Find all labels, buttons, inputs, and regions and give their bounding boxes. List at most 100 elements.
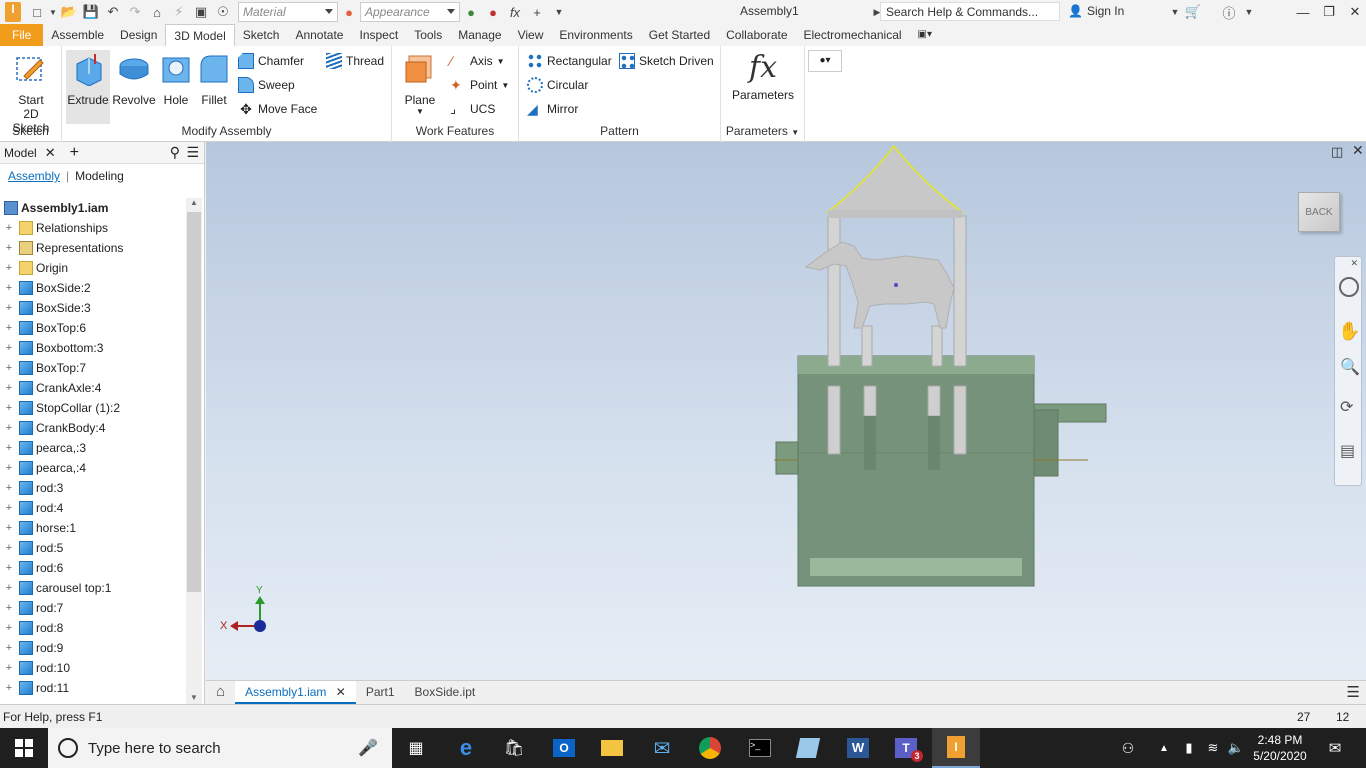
tree-node[interactable]: + rod:11 (0, 678, 186, 698)
expand-icon[interactable]: + (4, 542, 14, 554)
help-icon[interactable]: ⓘ (1218, 2, 1240, 22)
tree-node[interactable]: + rod:8 (0, 618, 186, 638)
look-at-icon[interactable]: ▤ (1340, 441, 1355, 461)
group-label-parameters[interactable]: Parameters ▼ (721, 124, 804, 138)
tree-node[interactable]: + Relationships (0, 218, 186, 238)
inventor-logo[interactable]: I (0, 0, 26, 24)
scroll-thumb[interactable] (187, 212, 201, 592)
expand-icon[interactable]: + (4, 462, 14, 474)
start-sketch-button[interactable]: Start 2D Sketch (4, 50, 58, 135)
navbar-close-icon[interactable]: ✕ (1350, 258, 1358, 269)
tab-collaborate[interactable]: Collaborate (718, 24, 795, 46)
tab-electromechanical[interactable]: Electromechanical (796, 24, 910, 46)
scroll-down-icon[interactable]: ▼ (186, 693, 202, 702)
plane-dropdown-icon[interactable]: ▼ (398, 107, 442, 116)
fx-icon[interactable]: fx (504, 2, 526, 22)
tab-design[interactable]: Design (112, 24, 165, 46)
tree-node[interactable]: + rod:3 (0, 478, 186, 498)
save-icon[interactable]: 💾 (80, 2, 102, 22)
expand-icon[interactable]: + (4, 582, 14, 594)
doc-tab-boxside[interactable]: BoxSide.ipt (405, 681, 486, 705)
tab-inspect[interactable]: Inspect (351, 24, 406, 46)
axis-button[interactable]: ∕ Axis ▼ (450, 51, 505, 71)
notifications-icon[interactable]: ✉ (1320, 728, 1350, 768)
mode-modeling[interactable]: Modeling (75, 169, 124, 183)
battery-icon[interactable]: ▮ (1178, 728, 1200, 768)
circular-button[interactable]: Circular (527, 75, 588, 95)
expand-icon[interactable]: + (4, 222, 14, 234)
steering-wheel-icon[interactable] (1339, 277, 1359, 297)
appearance-combo[interactable]: Appearance (360, 2, 460, 22)
tree-node[interactable]: + Boxbottom:3 (0, 338, 186, 358)
tree-node[interactable]: + rod:5 (0, 538, 186, 558)
sign-in-button[interactable]: 👤 Sign In (1068, 4, 1124, 18)
axis-dropdown-icon[interactable]: ▼ (497, 57, 505, 66)
windows-start-icon[interactable] (0, 728, 48, 768)
tree-node[interactable]: + StopCollar (1):2 (0, 398, 186, 418)
viewport-maximize-icon[interactable]: ◫ (1331, 144, 1343, 160)
tree-node[interactable]: + rod:9 (0, 638, 186, 658)
browser-scrollbar[interactable]: ▲ ▼ (186, 198, 202, 704)
terminal-icon[interactable]: >_ (736, 728, 784, 768)
fillet-button[interactable]: Fillet (192, 50, 236, 122)
viewport-close-icon[interactable]: ✕ (1352, 142, 1364, 159)
expand-icon[interactable]: + (4, 442, 14, 454)
ucs-button[interactable]: ⌟ UCS (450, 99, 495, 119)
expand-icon[interactable]: + (4, 282, 14, 294)
parameters-button[interactable]: fx Parameters (729, 50, 797, 122)
select-icon[interactable]: ▣ (190, 2, 212, 22)
revolve-button[interactable]: Revolve (112, 50, 156, 122)
orbit-icon[interactable]: ⟳ (1340, 397, 1353, 417)
mode-assembly[interactable]: Assembly (8, 169, 60, 183)
pan-icon[interactable]: ✋ (1338, 321, 1360, 342)
browser-add-icon[interactable]: + (70, 144, 79, 162)
adjust-icon[interactable]: ● (460, 2, 482, 22)
expand-icon[interactable]: + (4, 402, 14, 414)
expand-icon[interactable]: + (4, 522, 14, 534)
expand-icon[interactable]: + (4, 682, 14, 694)
tab-tools[interactable]: Tools (406, 24, 450, 46)
thread-button[interactable]: Thread (326, 51, 384, 71)
expand-icon[interactable]: + (4, 242, 14, 254)
graphics-window[interactable]: BACK ◫ ✕ ✕ ✋ 🔍 ⟳ ▤ X Y (206, 142, 1366, 680)
close-icon[interactable]: ✕ (1340, 0, 1366, 24)
mirror-button[interactable]: ◢ Mirror (527, 99, 578, 119)
cart-icon[interactable]: 🛒 (1182, 2, 1204, 22)
home-icon[interactable]: ⌂ (146, 2, 168, 22)
help-dropdown-icon[interactable]: ▼ (1238, 2, 1260, 22)
expand-icon[interactable]: + (4, 422, 14, 434)
view-cube[interactable]: BACK (1298, 192, 1340, 232)
tree-node[interactable]: + Representations (0, 238, 186, 258)
customize-icon[interactable]: ▼ (548, 2, 570, 22)
doc-home-icon[interactable]: ⌂ (206, 681, 235, 705)
tab-environments[interactable]: Environments (551, 24, 640, 46)
expand-icon[interactable]: + (4, 602, 14, 614)
material-ball-icon[interactable]: ☉ (212, 2, 234, 22)
tree-node[interactable]: + CrankAxle:4 (0, 378, 186, 398)
clear-icon[interactable]: ● (482, 2, 504, 22)
tree-node[interactable]: + rod:10 (0, 658, 186, 678)
tree-node[interactable]: + horse:1 (0, 518, 186, 538)
tree-node[interactable]: + Origin (0, 258, 186, 278)
wifi-icon[interactable]: ≋ (1202, 728, 1224, 768)
tray-expand-icon[interactable]: ▲ (1154, 728, 1174, 768)
tab-3d-model[interactable]: 3D Model (165, 24, 235, 46)
tree-node[interactable]: + pearca,:3 (0, 438, 186, 458)
expand-icon[interactable]: + (4, 662, 14, 674)
tree-node[interactable]: + pearca,:4 (0, 458, 186, 478)
tab-annotate[interactable]: Annotate (287, 24, 351, 46)
tab-file[interactable]: File (0, 24, 44, 46)
tab-get-started[interactable]: Get Started (641, 24, 718, 46)
scroll-up-icon[interactable]: ▲ (186, 198, 202, 207)
extrude-button[interactable]: Extrude (66, 50, 110, 124)
tree-node[interactable]: + BoxSide:3 (0, 298, 186, 318)
mail-icon[interactable]: ✉ (638, 728, 686, 768)
tree-node[interactable]: + BoxSide:2 (0, 278, 186, 298)
tree-node[interactable]: + carousel top:1 (0, 578, 186, 598)
tab-manage[interactable]: Manage (450, 24, 509, 46)
point-dropdown-icon[interactable]: ▼ (501, 81, 509, 90)
tree-node[interactable]: + rod:4 (0, 498, 186, 518)
browser-close-icon[interactable]: ✕ (45, 145, 56, 161)
plus-icon[interactable]: + (526, 2, 548, 22)
expand-icon[interactable]: + (4, 262, 14, 274)
